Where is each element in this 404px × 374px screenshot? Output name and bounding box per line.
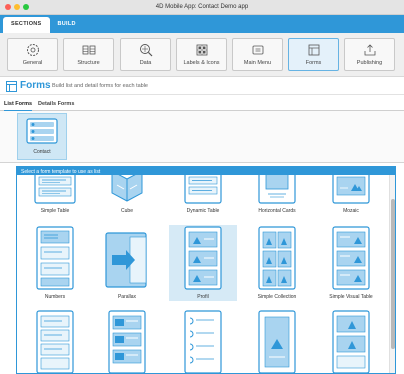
single-card-template-icon [258, 310, 296, 373]
labels-icons-button[interactable]: Labels & Icons [176, 38, 227, 71]
dynamic-table-template-icon [184, 175, 222, 204]
app-window: 4D Mobile App: Contact Demo app SECTIONS… [0, 0, 404, 374]
template-profil[interactable]: Profil [169, 225, 237, 301]
card-list-template-icon [108, 310, 146, 373]
upload-icon [364, 44, 375, 56]
template-grid: Simple Table Cube Dynamic Table Horizont… [17, 175, 389, 373]
profil-template-icon [184, 226, 222, 290]
forms-section-icon [6, 81, 17, 92]
mozaic-template-icon [332, 175, 370, 204]
window-title: 4D Mobile App: Contact Demo app [155, 4, 249, 10]
parallax-template-icon [105, 232, 147, 288]
template-row3-4[interactable] [243, 309, 311, 373]
simple-visual-table-template-icon [332, 226, 370, 290]
template-parallax[interactable]: Parallax [93, 225, 161, 300]
numbers-template-icon [36, 226, 74, 290]
general-button[interactable]: General [7, 38, 58, 71]
section-subtitle: Build list and detail forms for each tab… [52, 83, 148, 89]
table-card-label: Contact [33, 149, 51, 155]
template-scrollbar[interactable] [389, 175, 395, 373]
template-row3-1[interactable] [21, 309, 89, 373]
data-button[interactable]: Data [120, 38, 171, 71]
database-search-icon [139, 44, 152, 57]
sections-toolbar: General Structure Data Labels & Icons Ma… [0, 33, 404, 77]
tab-details-forms[interactable]: Details Forms [38, 101, 74, 107]
main-menu-button[interactable]: Main Menu [232, 38, 283, 71]
horizontal-cards-template-icon [258, 175, 296, 204]
structure-button[interactable]: Structure [63, 38, 114, 71]
template-numbers[interactable]: Numbers [21, 225, 89, 300]
tab-build[interactable]: BUILD [50, 15, 84, 33]
icon-grid-icon [196, 44, 207, 56]
template-cube[interactable]: Cube [93, 175, 161, 214]
table-selector: Contact [0, 111, 404, 163]
template-simple-visual-table[interactable]: Simple Visual Table [317, 225, 385, 300]
scrollbar-thumb[interactable] [391, 199, 395, 349]
forms-icon [308, 44, 319, 56]
timeline-template-icon [184, 310, 222, 373]
publishing-button[interactable]: Publishing [344, 38, 395, 71]
form-type-tabs: List Forms Details Forms [0, 97, 404, 111]
template-row3-3[interactable] [169, 309, 237, 373]
list-form-icon [26, 118, 58, 144]
template-horizontal-cards[interactable]: Horizontal Cards [243, 175, 311, 214]
tab-list-forms[interactable]: List Forms [4, 101, 33, 111]
section-header: Forms Build list and detail forms for ea… [0, 77, 404, 95]
forms-button[interactable]: Forms [288, 38, 339, 71]
menu-icon [252, 45, 263, 55]
list-template-icon [36, 310, 74, 373]
simple-table-template-icon [34, 175, 76, 204]
template-simple-collection[interactable]: Simple Collection [243, 225, 311, 300]
visual-list-template-icon [332, 310, 370, 373]
template-banner: Select a form template to use as list [17, 167, 395, 175]
template-mozaic[interactable]: Mozaic [317, 175, 385, 214]
template-row3-2[interactable] [93, 309, 161, 373]
template-picker: Select a form template to use as list Si… [16, 166, 396, 374]
top-tabs: SECTIONS BUILD [0, 15, 404, 33]
section-title: Forms [20, 80, 51, 91]
cube-template-icon [111, 175, 143, 202]
title-bar: 4D Mobile App: Contact Demo app [0, 0, 404, 15]
template-row3-5[interactable] [317, 309, 385, 373]
template-simple-table[interactable]: Simple Table [21, 175, 89, 214]
table-icon [82, 45, 95, 55]
template-dynamic-table[interactable]: Dynamic Table [169, 175, 237, 214]
gear-icon [26, 44, 39, 56]
tab-sections[interactable]: SECTIONS [3, 17, 50, 33]
table-card-contact[interactable]: Contact [17, 113, 67, 160]
simple-collection-template-icon [258, 226, 296, 290]
